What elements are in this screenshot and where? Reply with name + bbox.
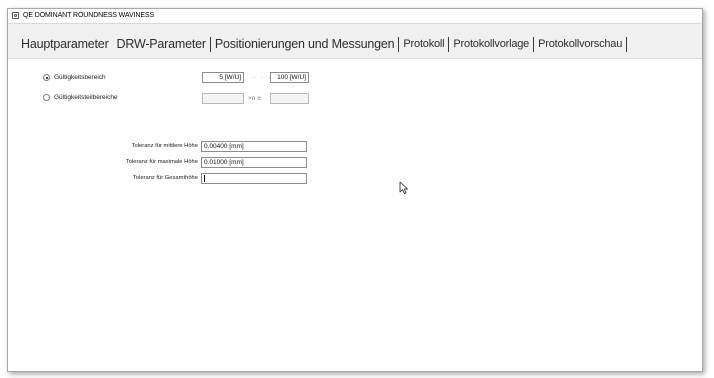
- text-caret: [204, 175, 205, 182]
- label-gueltigkeitsteilbereiche: Gültigkeitsteilbereiche: [54, 94, 118, 101]
- radio-gueltigkeitsteilbereiche[interactable]: [43, 94, 50, 101]
- tab-hauptparameter[interactable]: Hauptparameter: [17, 36, 113, 52]
- drw-parameter-panel: Gültigkeitsbereich 5 [W/U] . . . 100 [W/…: [8, 58, 702, 371]
- range-to-field[interactable]: 100 [W/U]: [270, 72, 309, 83]
- title-bar: QE DOMINANT ROUNDNESS WAVINESS: [8, 9, 702, 24]
- toleranz-gesamthoehe-field[interactable]: [201, 173, 307, 184]
- tab-protokollvorlage[interactable]: Protokollvorlage: [449, 36, 533, 52]
- toleranz-mittlere-hoehe-field[interactable]: 0.00400 [mm]: [201, 141, 307, 152]
- label-gueltigkeitsbereich: Gültigkeitsbereich: [54, 74, 106, 81]
- range-from-field[interactable]: 5 [W/U]: [202, 72, 244, 83]
- toleranz-maximale-hoehe-field[interactable]: 0.01000 [mm]: [201, 157, 307, 168]
- label-toleranz-mittlere-hoehe: Toleranz für mittlere Höhe: [131, 143, 198, 149]
- tab-bar: Hauptparameter DRW-Parameter Positionier…: [8, 24, 702, 58]
- app-window: QE DOMINANT ROUNDNESS WAVINESS Hauptpara…: [7, 8, 703, 372]
- n-plus-minus-label: ×n ±: [248, 95, 261, 102]
- tab-protokoll[interactable]: Protokoll: [399, 36, 448, 52]
- tab-separator: [626, 36, 628, 52]
- tab-protokollvorschau[interactable]: Protokollvorschau: [534, 36, 626, 52]
- label-toleranz-maximale-hoehe: Toleranz für maximale Höhe: [125, 159, 198, 165]
- mouse-pointer-icon: [399, 181, 408, 194]
- app-icon: [12, 12, 19, 19]
- radio-gueltigkeitsbereich[interactable]: [43, 74, 50, 81]
- tab-positionierungen-und-messungen[interactable]: Positionierungen und Messungen: [211, 36, 399, 52]
- tab-drw-parameter[interactable]: DRW-Parameter: [113, 36, 210, 52]
- subrange-delta-field[interactable]: [270, 93, 309, 104]
- window-title: QE DOMINANT ROUNDNESS WAVINESS: [23, 12, 155, 19]
- subrange-base-field[interactable]: [202, 93, 244, 104]
- label-toleranz-gesamthoehe: Toleranz für Gesamthöhe: [132, 175, 198, 181]
